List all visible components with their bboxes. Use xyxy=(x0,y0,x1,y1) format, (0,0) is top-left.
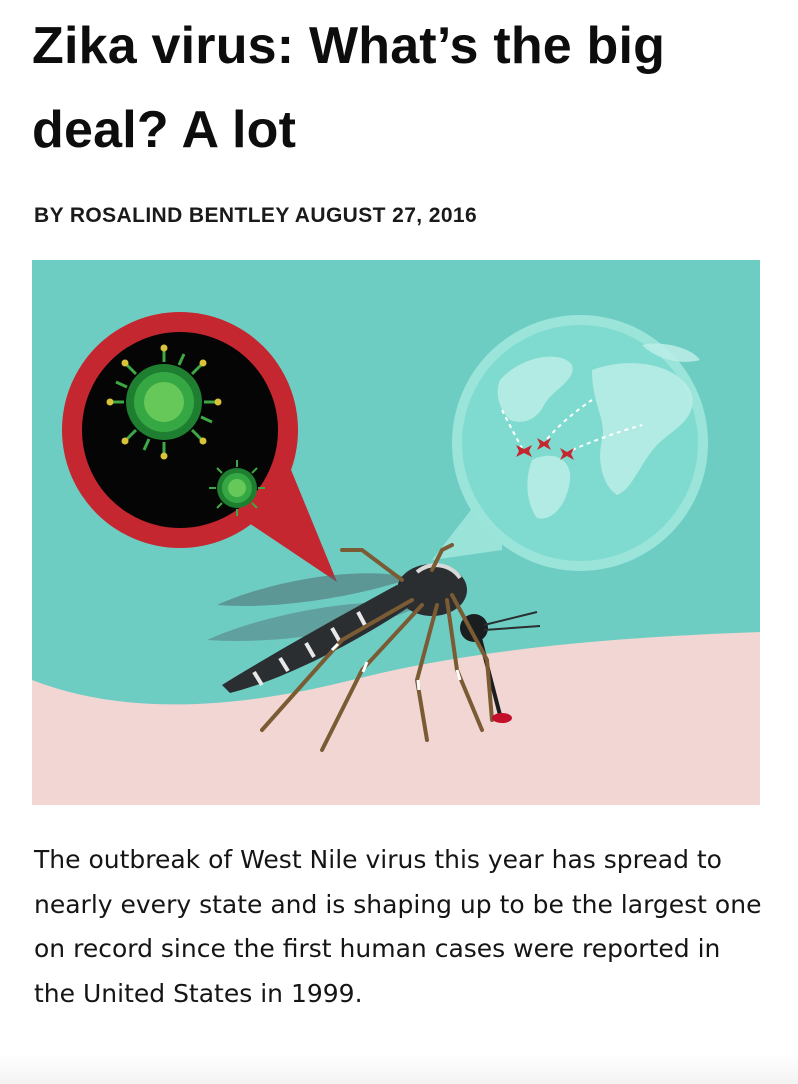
virus-icon-small xyxy=(209,460,265,516)
article: Zika virus: What’s the big deal? A lot B… xyxy=(0,0,798,1084)
bottom-shadow xyxy=(0,1054,798,1084)
zika-mosquito-illustration xyxy=(32,260,760,805)
virus-icon-large xyxy=(106,344,222,460)
blood-drop xyxy=(492,713,512,723)
headline: Zika virus: What’s the big deal? A lot xyxy=(32,17,666,159)
byline: BY ROSALIND BENTLEY AUGUST 27, 2016 xyxy=(34,204,478,227)
article-body: The outbreak of West Nile virus this yea… xyxy=(34,845,762,1008)
